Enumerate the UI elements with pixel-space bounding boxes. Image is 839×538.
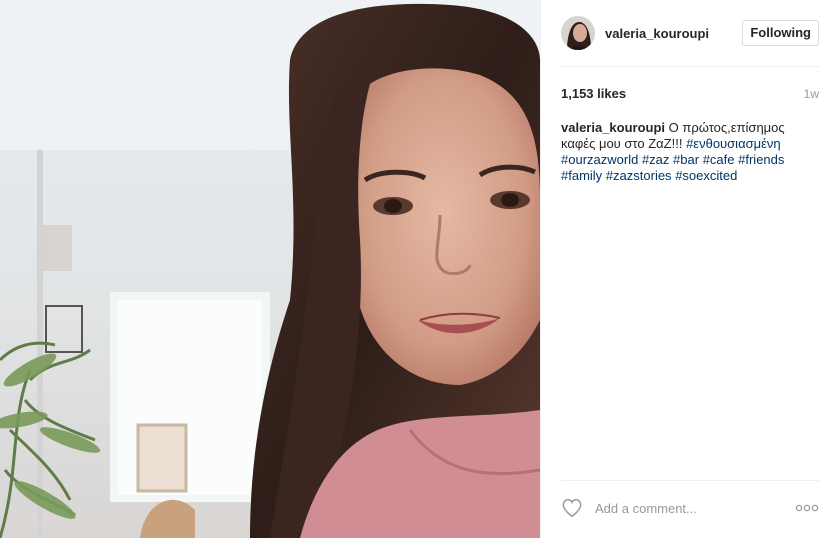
following-button[interactable]: Following bbox=[742, 20, 819, 46]
avatar[interactable] bbox=[561, 16, 595, 50]
hashtag-link[interactable]: #bar bbox=[673, 152, 699, 167]
hashtag-link[interactable]: #friends bbox=[738, 152, 784, 167]
post-photo[interactable] bbox=[0, 0, 540, 538]
likes-count[interactable]: 1,153 likes bbox=[561, 86, 626, 101]
more-options-icon[interactable] bbox=[795, 503, 819, 513]
hashtag-link[interactable]: #cafe bbox=[703, 152, 735, 167]
comment-input[interactable] bbox=[593, 499, 787, 517]
post-caption: valeria_kouroupi Ο πρώτος,επίσημος καφές… bbox=[561, 120, 806, 184]
hashtag-link[interactable]: #zaz bbox=[642, 152, 669, 167]
avatar-image bbox=[561, 16, 595, 50]
caption-username-link[interactable]: valeria_kouroupi bbox=[561, 120, 665, 135]
post-header: valeria_kouroupi Following bbox=[561, 14, 819, 52]
footer-divider bbox=[561, 480, 819, 481]
heart-outline-icon[interactable] bbox=[561, 497, 583, 519]
hashtag-link[interactable]: #ενθουσιασμένη bbox=[686, 136, 781, 151]
username-link[interactable]: valeria_kouroupi bbox=[605, 26, 709, 41]
post-timestamp[interactable]: 1w bbox=[804, 87, 819, 101]
hashtag-link[interactable]: #soexcited bbox=[675, 168, 737, 183]
comment-bar bbox=[561, 490, 819, 526]
instagram-post: valeria_kouroupi Following 1,153 likes 1… bbox=[0, 0, 839, 538]
header-divider bbox=[561, 66, 819, 67]
selfie-image bbox=[0, 0, 540, 538]
post-sidebar: valeria_kouroupi Following 1,153 likes 1… bbox=[540, 0, 839, 538]
hashtag-link[interactable]: #ourzazworld bbox=[561, 152, 638, 167]
hashtag-link[interactable]: #family bbox=[561, 168, 602, 183]
hashtag-link[interactable]: #zazstories bbox=[606, 168, 672, 183]
